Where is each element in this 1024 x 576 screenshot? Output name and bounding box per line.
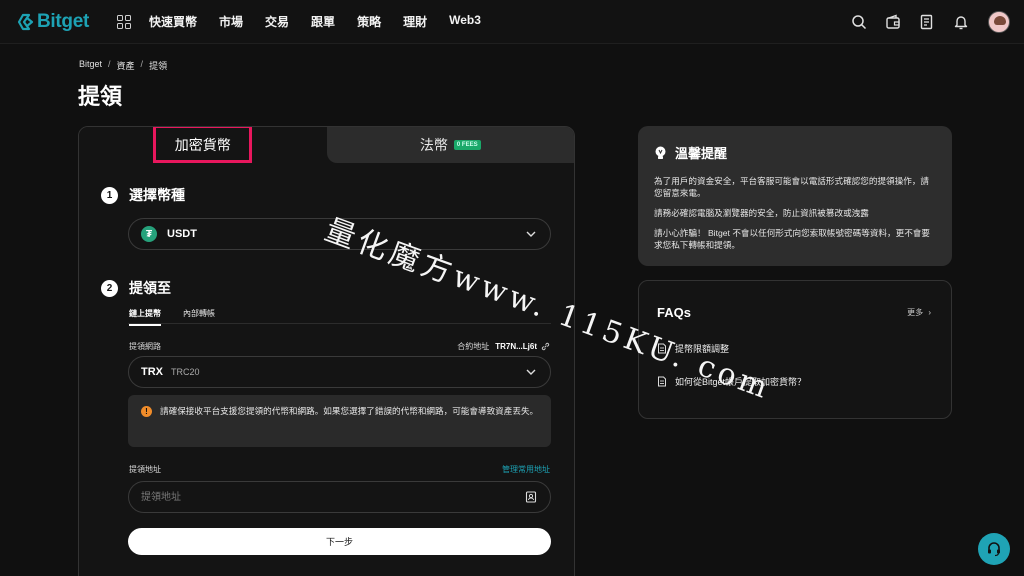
manage-addresses-link[interactable]: 管理常用地址: [502, 464, 550, 475]
warning-text: 請確保接收平台支援您提領的代幣和網路。如果您選擇了錯誤的代幣和網路，可能會導致資…: [160, 406, 539, 416]
tether-icon: ₮: [141, 226, 157, 242]
headset-icon: [988, 542, 1000, 557]
faq-panel: FAQs 更多 › 提幣限額調整 如何從Bitget帳戶提取加密貨幣？: [638, 280, 952, 419]
nav-right-group: [834, 0, 1010, 44]
tab-fiat-label: 法幣: [419, 137, 448, 153]
tips-title: 溫馨提醒: [675, 146, 728, 161]
nav-item-earn[interactable]: 理財: [403, 13, 427, 30]
contract-address-label: 合約地址: [457, 342, 490, 351]
apps-grid-icon[interactable]: [117, 14, 131, 29]
document-icon: [658, 343, 666, 354]
tips-header: 溫馨提醒: [654, 143, 936, 162]
chevron-right-icon: ›: [928, 308, 931, 317]
orders-icon[interactable]: [918, 13, 936, 31]
page-title: 提領: [78, 84, 123, 109]
user-avatar[interactable]: [988, 11, 1010, 33]
faq-title: FAQs: [657, 305, 691, 320]
bitget-logo[interactable]: Bitget: [17, 11, 109, 33]
search-icon[interactable]: [850, 13, 868, 31]
step-1-label: 選擇幣種: [129, 187, 185, 203]
notification-bell-icon[interactable]: [952, 13, 970, 31]
top-navigation: Bitget 快速買幣 市場 交易 跟單 策略 理財 Web3: [0, 0, 1024, 44]
step-1-header: 1 選擇幣種: [101, 185, 185, 205]
tip-paragraph: 請小心詐騙！ Bitget 不會以任何形式向您索取帳號密碼等資料，更不會要求您私…: [654, 228, 930, 250]
tip-paragraph: 請務必確認電腦及瀏覽器的安全，防止資訊被篡改或洩露: [654, 208, 869, 218]
breadcrumb-assets[interactable]: 資產: [117, 59, 135, 72]
lightbulb-icon: [655, 146, 666, 159]
coin-select[interactable]: ₮ USDT: [128, 218, 551, 250]
faq-item[interactable]: 提幣限額調整: [657, 342, 729, 355]
step-2-header: 2 提領至: [101, 278, 171, 298]
withdraw-card: 加密貨幣 法幣 0 FEES 1 選擇幣種 ₮ USDT 2 提領至 鏈上提幣 …: [78, 126, 575, 576]
contract-address: 合約地址 TR7N...Lj6t: [457, 341, 550, 352]
contract-address-value: TR7N...Lj6t: [495, 342, 537, 351]
highlight-annotation-box: [153, 127, 252, 163]
warning-icon: !: [141, 406, 152, 417]
chevron-down-icon: [526, 369, 536, 375]
withdraw-address-input[interactable]: [128, 481, 551, 513]
nav-item-quick-buy[interactable]: 快速買幣: [149, 13, 197, 30]
network-warning: ! 請確保接收平台支援您提領的代幣和網路。如果您選擇了錯誤的代幣和網路，可能會導…: [128, 395, 551, 447]
next-step-button[interactable]: 下一步: [128, 528, 551, 555]
breadcrumb-separator: /: [108, 59, 111, 69]
faq-more-label: 更多: [907, 308, 924, 317]
logo-text: Bitget: [37, 10, 90, 32]
step-2-number: 2: [101, 279, 118, 297]
nav-item-markets[interactable]: 市場: [219, 13, 243, 30]
link-icon[interactable]: [541, 342, 550, 351]
nav-item-strategy[interactable]: 策略: [357, 13, 381, 30]
subtab-divider: [128, 323, 551, 324]
breadcrumb-separator: /: [140, 59, 144, 69]
address-book-icon[interactable]: [525, 491, 537, 503]
main-menu: 快速買幣 市場 交易 跟單 策略 理財 Web3: [149, 13, 503, 30]
nav-item-web3[interactable]: Web3: [449, 13, 481, 30]
address-label: 提領地址: [129, 465, 161, 474]
tab-fiat[interactable]: 法幣 0 FEES: [326, 127, 574, 163]
wallet-icon[interactable]: [884, 13, 902, 31]
chevron-down-icon: [526, 231, 536, 237]
network-main: TRX: [141, 366, 163, 378]
network-sub: TRC20: [171, 367, 200, 377]
bitget-logo-icon: [17, 13, 34, 30]
customer-support-button[interactable]: [978, 533, 1010, 565]
breadcrumb-home[interactable]: Bitget: [79, 59, 102, 72]
nav-item-trade[interactable]: 交易: [265, 13, 289, 30]
faq-item-label: 如何從Bitget帳戶提取加密貨幣？: [675, 377, 807, 387]
selected-coin: USDT: [167, 228, 197, 240]
breadcrumb-current: 提領: [149, 61, 168, 71]
faq-item[interactable]: 如何從Bitget帳戶提取加密貨幣？: [657, 375, 806, 388]
step-1-number: 1: [101, 186, 118, 204]
breadcrumb: Bitget / 資產 / 提領: [79, 59, 167, 72]
step-2-label: 提領至: [129, 280, 171, 296]
tips-panel: 溫馨提醒 為了用戶的資金安全，平台客服可能會以電話形式確認您的提領操作，請您留意…: [638, 126, 952, 266]
zero-fees-badge: 0 FEES: [453, 140, 481, 150]
network-label: 提領網路: [129, 342, 161, 351]
faq-more-link[interactable]: 更多 ›: [907, 307, 931, 318]
nav-item-copy-trading[interactable]: 跟單: [311, 13, 335, 30]
faq-item-label: 提幣限額調整: [675, 344, 730, 354]
document-icon: [658, 376, 666, 387]
tip-paragraph: 為了用戶的資金安全，平台客服可能會以電話形式確認您的提領操作，請您留意來電。: [654, 176, 930, 198]
network-select[interactable]: TRX TRC20: [128, 356, 551, 388]
